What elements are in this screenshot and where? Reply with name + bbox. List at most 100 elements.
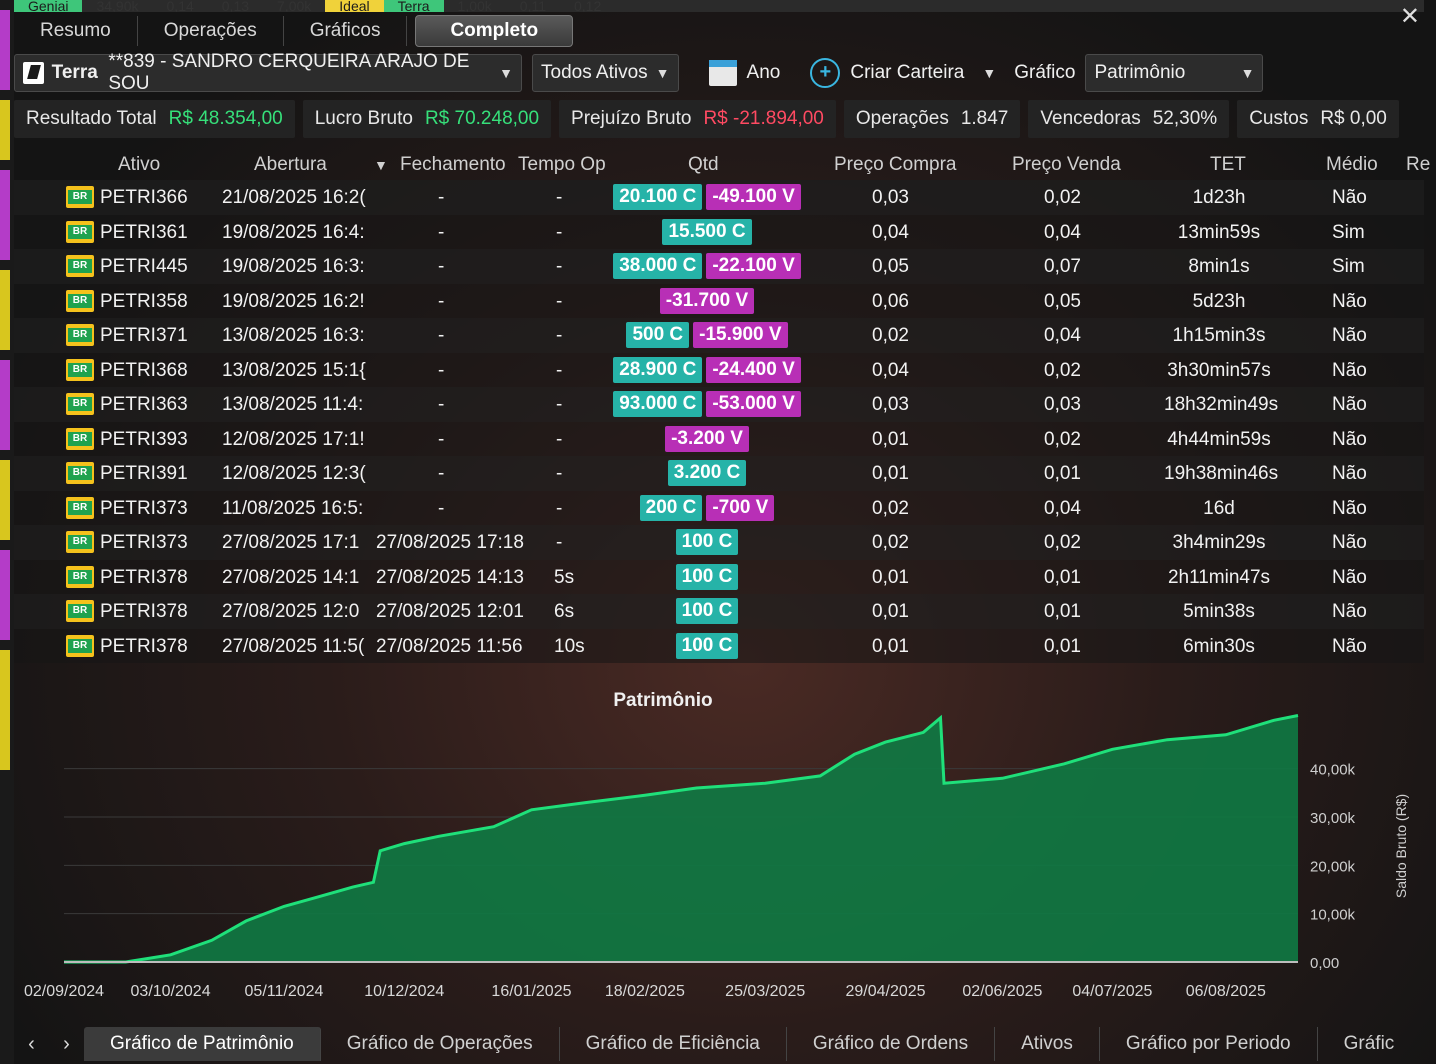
create-wallet-button[interactable]: Criar Carteira [850, 62, 964, 84]
table-row[interactable]: PETRI37327/08/2025 17:127/08/2025 17:18-… [14, 525, 1424, 560]
qty-buy-pill: 100 C [675, 632, 739, 659]
cell-preco-venda: 0,05 [1044, 290, 1081, 312]
cell-preco-compra: 0,02 [872, 325, 909, 346]
account-name: **839 - SANDRO CERQUEIRA ARAJO DE SOU [108, 51, 470, 94]
calendar-icon[interactable] [708, 60, 737, 86]
account-selector[interactable]: Terra **839 - SANDRO CERQUEIRA ARAJO DE … [14, 51, 522, 94]
tab-grafico-eficiencia[interactable]: Gráfico de Eficiência [560, 1027, 787, 1061]
sort-desc-icon[interactable]: ▼ [374, 157, 388, 173]
table-row[interactable]: PETRI37827/08/2025 12:027/08/2025 12:016… [14, 594, 1424, 629]
col-preco-compra[interactable]: Preço Compra [834, 154, 957, 176]
chevron-right-icon[interactable]: › [63, 1033, 70, 1056]
table-row[interactable]: PETRI44519/08/2025 16:3:--38.000 C-22.10… [14, 249, 1424, 284]
qty-buy-pill: 15.500 C [662, 218, 752, 245]
tab-scroll-arrows: ‹ › [14, 1033, 84, 1056]
x-tick-label: 05/11/2024 [245, 983, 324, 1000]
cell-preco-venda: 0,04 [1044, 497, 1081, 519]
table-row[interactable]: PETRI35819/08/2025 16:2!---31.700 V0,060… [14, 283, 1424, 318]
qty-sell-pill: -15.900 V [693, 322, 788, 348]
tab-grafico-periodo[interactable]: Gráfico por Periodo [1100, 1027, 1318, 1061]
table-row[interactable]: PETRI37113/08/2025 16:3:--500 C-15.900 V… [14, 318, 1424, 353]
cell-preco-compra: 0,01 [872, 428, 909, 450]
prejuizo-value: R$ -21.894,00 [703, 108, 824, 129]
col-ativo[interactable]: Ativo [118, 154, 160, 176]
qty-buy-pill: 100 C [675, 598, 739, 624]
view-tabs: Resumo Operações Gráficos Completo [14, 14, 654, 48]
cell-preco-venda: 0,02 [1044, 359, 1081, 381]
cell-preco-compra: 0,01 [872, 566, 909, 588]
col-re[interactable]: Re [1406, 154, 1430, 176]
cell-tet: 1d23h [1192, 187, 1246, 208]
qty-buy-pill: 200 C [639, 494, 703, 521]
y-tick-label: 40,00k [1310, 762, 1356, 779]
tab-completo[interactable]: Completo [415, 15, 574, 47]
caret-down-icon[interactable]: ▼ [982, 65, 996, 81]
table-row[interactable]: PETRI36621/08/2025 16:2(--20.100 C-49.10… [14, 180, 1424, 215]
x-tick-label: 03/10/2024 [131, 983, 211, 1000]
cell-tet: 3h30min57s [1167, 359, 1271, 381]
tab-grafico-more[interactable]: Gráfic [1318, 1027, 1421, 1061]
cell-preco-venda: 0,03 [1044, 394, 1081, 415]
tab-operacoes[interactable]: Operações [138, 16, 284, 46]
qty-sell-pill: -3.200 V [665, 425, 749, 452]
table-row[interactable]: PETRI36813/08/2025 15:1{--28.900 C-24.40… [14, 352, 1424, 387]
x-tick-label: 25/03/2025 [725, 983, 805, 1000]
resultado-label: Resultado Total [26, 108, 157, 129]
col-preco-venda[interactable]: Preço Venda [1012, 154, 1121, 176]
col-abertura[interactable]: Abertura [254, 154, 327, 176]
add-wallet-icon[interactable]: + [810, 58, 841, 88]
resultado-value: R$ 48.354,00 [168, 108, 283, 129]
vencedoras-rate: Vencedoras 52,30% [1028, 100, 1230, 138]
ticker-item: Terra [383, 0, 444, 12]
table-row[interactable]: PETRI36313/08/2025 11:4:--93.000 C-53.00… [14, 387, 1424, 422]
tab-resumo[interactable]: Resumo [14, 16, 138, 46]
col-tempo-op[interactable]: Tempo Op [518, 154, 606, 176]
close-icon[interactable]: ✕ [1400, 2, 1420, 31]
chevron-left-icon[interactable]: ‹ [28, 1033, 35, 1056]
custos: Custos R$ 0,00 [1237, 100, 1399, 138]
table-row[interactable]: PETRI37827/08/2025 11:5(27/08/2025 11:56… [14, 628, 1424, 663]
col-qtd[interactable]: Qtd [688, 154, 719, 176]
tab-graficos[interactable]: Gráficos [284, 16, 408, 46]
col-tet[interactable]: TET [1210, 154, 1246, 176]
chart-svg: 0,00 10,00k 20,00k 30,00k 40,00k 02/09/2024 03… [24, 714, 1409, 1000]
tab-grafico-ordens[interactable]: Gráfico de Ordens [787, 1027, 996, 1061]
tab-ativos[interactable]: Ativos [995, 1027, 1100, 1061]
qty-buy-pill: 28.900 C [613, 356, 703, 383]
table-row[interactable]: PETRI39112/08/2025 12:3(--3.200 C0,010,0… [14, 456, 1424, 491]
x-tick-label: 16/01/2025 [491, 983, 571, 1000]
table-row[interactable]: PETRI37311/08/2025 16:5:--200 C-700 V0,0… [14, 490, 1424, 525]
ticker-item: Geniai [14, 0, 83, 12]
chevron-down-icon: ▼ [1240, 65, 1255, 81]
cell-medio: Não [1332, 463, 1367, 484]
table-row[interactable]: PETRI39312/08/2025 17:1!---3.200 V0,010,… [14, 421, 1424, 456]
cell-preco-venda: 0,02 [1044, 428, 1081, 450]
table-row[interactable]: PETRI36119/08/2025 16:4:--15.500 C0,040,… [14, 214, 1424, 249]
cell-preco-compra: 0,01 [872, 463, 909, 484]
x-tick-label: 04/07/2025 [1072, 983, 1152, 1000]
tab-grafico-patrimonio[interactable]: Gráfico de Patrimônio [84, 1027, 321, 1061]
vencedoras-value: 52,30% [1152, 108, 1218, 129]
cell-preco-venda: 0,01 [1044, 463, 1081, 484]
y-tick-label: 30,00k [1310, 810, 1356, 827]
qty-buy-pill: 3.200 C [667, 460, 747, 486]
cell-medio: Não [1332, 359, 1367, 381]
assets-filter-dropdown[interactable]: Todos Ativos ▼ [532, 54, 679, 92]
period-label[interactable]: Ano [747, 62, 781, 84]
qty-buy-pill: 100 C [675, 529, 739, 555]
table-row[interactable]: PETRI37827/08/2025 14:127/08/2025 14:135… [14, 559, 1424, 594]
top-ticker-strip: Geniai 34,90k 0,14 0,13 7,00k Ideal Terra 1,00k… [14, 0, 1424, 12]
tab-grafico-operacoes[interactable]: Gráfico de Operações [321, 1027, 560, 1061]
chart-type-dropdown[interactable]: Patrimônio ▼ [1085, 54, 1264, 92]
operacoes-count: Operações 1.847 [843, 100, 1021, 138]
col-medio[interactable]: Médio [1326, 154, 1378, 176]
y-tick-label: 20,00k [1310, 858, 1356, 875]
col-fechamento[interactable]: Fechamento [400, 154, 506, 176]
cell-tet: 16d [1203, 497, 1235, 519]
cell-preco-compra: 0,04 [872, 359, 909, 381]
ticker-item: 34,90k [96, 0, 139, 12]
patrimonio-chart: Patrimônio 0,00 10,00k 20,00k 30,00k 40,00k 0… [18, 680, 1426, 1020]
summary-bar: Resultado Total R$ 48.354,00 Lucro Bruto… [14, 100, 1424, 140]
cell-preco-venda: 0,07 [1044, 256, 1081, 277]
table-header: Ativo Abertura ▼ Fechamento Tempo Op Qtd… [14, 148, 1430, 180]
